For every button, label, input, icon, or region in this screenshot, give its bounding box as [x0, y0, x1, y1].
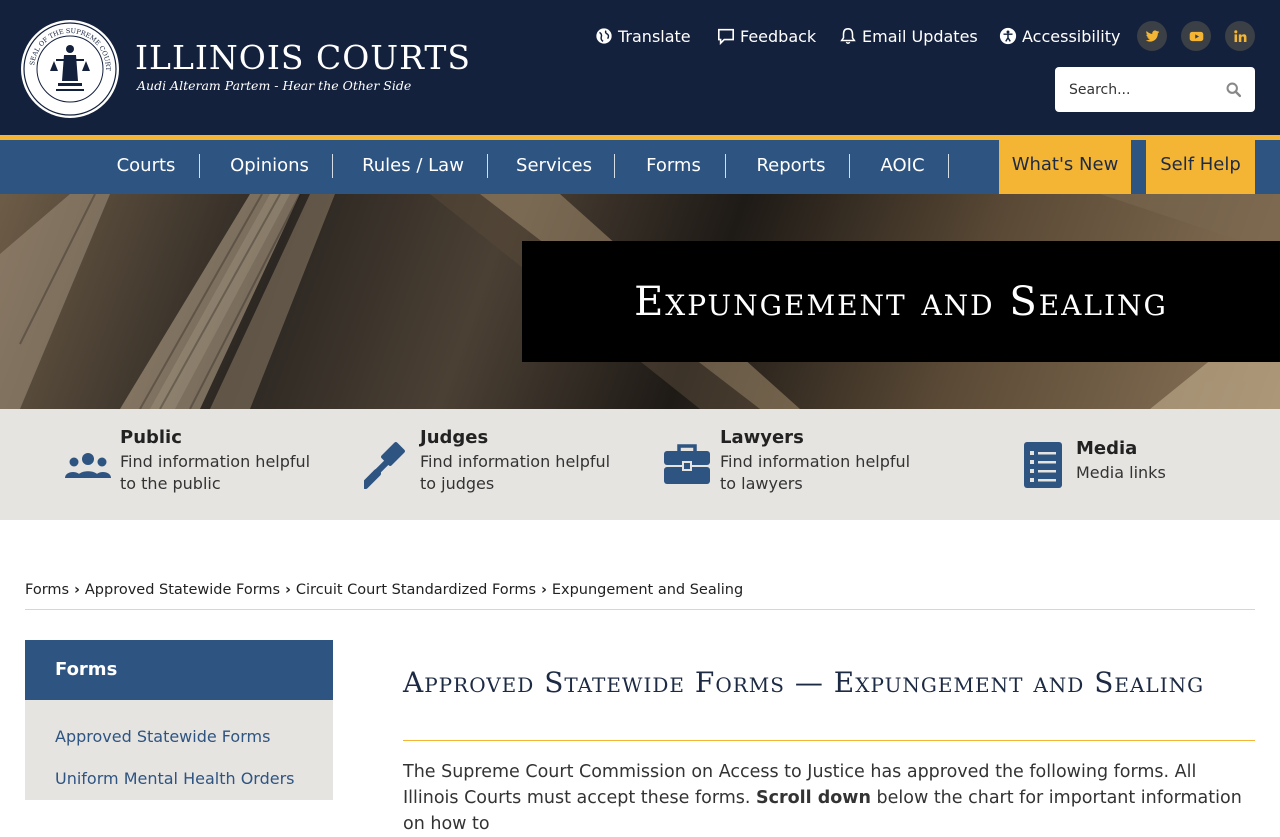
nav-self-help[interactable]: Self Help: [1146, 140, 1255, 194]
gavel-icon: [364, 442, 405, 489]
twitter-link[interactable]: [1137, 21, 1167, 51]
intro-paragraph: The Supreme Court Commission on Access t…: [403, 759, 1255, 837]
chevron-right-icon: ›: [74, 582, 80, 598]
breadcrumb-approved-statewide-forms[interactable]: Approved Statewide Forms: [85, 582, 280, 598]
audience-public[interactable]: Public Find information helpful to the p…: [62, 409, 322, 520]
feedback-label: Feedback: [740, 26, 817, 46]
chevron-right-icon: ›: [285, 582, 291, 598]
search-box: [1055, 67, 1255, 112]
audience-lawyers-title: Lawyers: [720, 427, 804, 448]
nav-reports[interactable]: Reports: [744, 140, 838, 194]
nav-forms[interactable]: Forms: [633, 140, 714, 194]
scroll-down-emphasis: Scroll down: [756, 788, 871, 808]
youtube-icon: [1189, 31, 1203, 41]
audience-public-desc: Find information helpful to the public: [120, 452, 311, 493]
feedback-link[interactable]: Feedback: [717, 25, 816, 47]
heading-underline: [403, 740, 1255, 741]
sidebar-item-uniform-mental-health-orders[interactable]: Uniform Mental Health Orders: [55, 769, 295, 788]
nav-aoic[interactable]: AOIC: [868, 140, 937, 194]
youtube-link[interactable]: [1181, 21, 1211, 51]
accessibility-icon: [999, 27, 1017, 45]
audience-judges-title: Judges: [420, 427, 489, 448]
audience-public-title: Public: [120, 427, 182, 448]
translate-label: Translate: [618, 26, 691, 46]
search-input[interactable]: [1069, 67, 1219, 112]
site-title[interactable]: ILLINOIS COURTS: [135, 38, 471, 77]
breadcrumb-forms[interactable]: Forms: [25, 582, 69, 598]
nav-divider: [948, 154, 949, 178]
briefcase-icon: [664, 444, 710, 484]
accessibility-link[interactable]: Accessibility: [999, 25, 1120, 47]
sidebar-item-approved-statewide-forms[interactable]: Approved Statewide Forms: [55, 727, 270, 746]
list-icon: [1024, 442, 1062, 488]
audience-lawyers-desc: Find information helpful to lawyers: [720, 452, 911, 493]
audience-media-desc: Media links: [1076, 463, 1166, 482]
nav-divider: [849, 154, 850, 178]
globe-icon: [596, 28, 612, 44]
nav-divider: [725, 154, 726, 178]
audience-lawyers[interactable]: Lawyers Find information helpful to lawy…: [662, 409, 922, 520]
audience-media-title: Media: [1076, 438, 1138, 459]
nav-whats-new[interactable]: What's New: [999, 140, 1131, 194]
comment-icon: [717, 28, 735, 45]
supreme-court-seal-logo[interactable]: SEAL OF THE SUPREME COURT: [20, 19, 120, 119]
nav-opinions[interactable]: Opinions: [219, 140, 320, 194]
linkedin-link[interactable]: [1225, 21, 1255, 51]
twitter-icon: [1145, 30, 1159, 42]
audience-strip: Public Find information helpful to the p…: [0, 409, 1280, 520]
users-icon: [65, 453, 111, 478]
search-icon[interactable]: [1225, 81, 1242, 98]
nav-courts[interactable]: Courts: [104, 140, 188, 194]
nav-services[interactable]: Services: [505, 140, 603, 194]
chevron-right-icon: ›: [541, 582, 547, 598]
breadcrumb-divider: [25, 609, 1255, 610]
email-updates-link[interactable]: Email Updates: [839, 25, 978, 47]
page-title: Expungement and Sealing: [634, 278, 1168, 325]
bell-icon: [840, 28, 856, 44]
translate-link[interactable]: Translate: [595, 25, 691, 47]
linkedin-icon: [1233, 29, 1246, 42]
site-header: SEAL OF THE SUPREME COURT ILLINOIS COURT…: [0, 0, 1280, 135]
sidebar-heading[interactable]: Forms: [25, 640, 333, 700]
audience-judges-desc: Find information helpful to judges: [420, 452, 611, 493]
breadcrumb-circuit-court-forms[interactable]: Circuit Court Standardized Forms: [296, 582, 536, 598]
audience-media[interactable]: Media Media links: [1022, 409, 1222, 520]
nav-divider: [199, 154, 200, 178]
hero-banner: Expungement and Sealing: [0, 194, 1280, 409]
breadcrumb-current: Expungement and Sealing: [551, 582, 744, 598]
content-heading: Approved Statewide Forms — Expungement a…: [403, 666, 1205, 699]
nav-divider: [332, 154, 333, 178]
hero-title-box: Expungement and Sealing: [522, 241, 1280, 362]
accessibility-label: Accessibility: [1022, 26, 1121, 46]
nav-rules-law[interactable]: Rules / Law: [351, 140, 475, 194]
nav-divider: [614, 154, 615, 178]
email-updates-label: Email Updates: [862, 26, 978, 46]
main-nav: Courts Opinions Rules / Law Services For…: [0, 140, 1280, 194]
audience-judges[interactable]: Judges Find information helpful to judge…: [362, 409, 622, 520]
site-tagline: Audi Alteram Partem - Hear the Other Sid…: [137, 78, 412, 93]
breadcrumb: Forms › Approved Statewide Forms › Circu…: [25, 579, 743, 601]
nav-divider: [487, 154, 488, 178]
